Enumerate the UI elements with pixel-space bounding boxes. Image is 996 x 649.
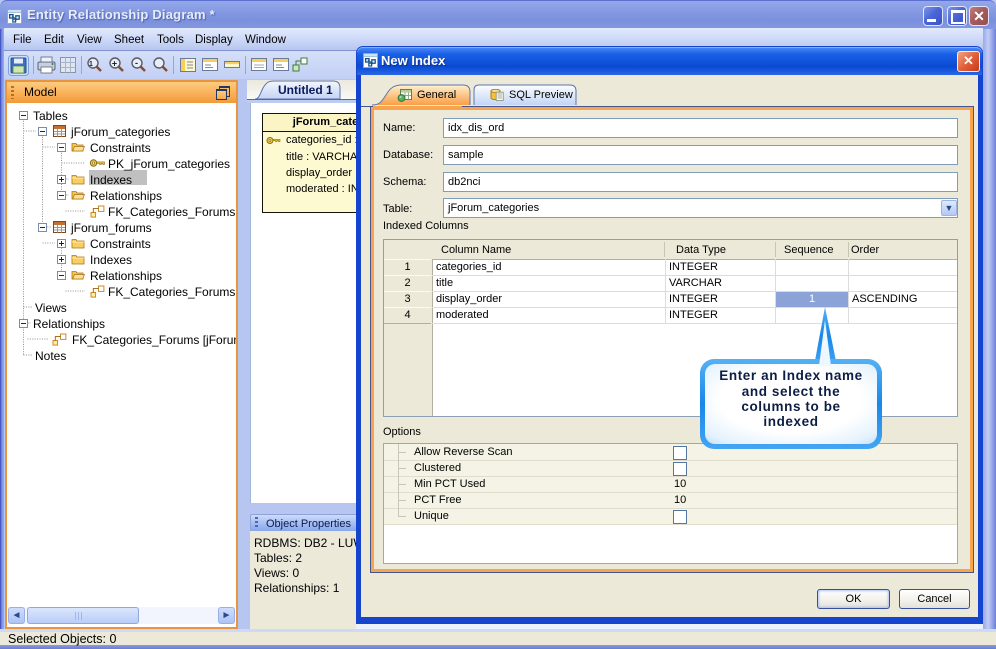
svg-text:+: + <box>112 59 117 69</box>
svg-text:Enter an Index name: Enter an Index name <box>719 368 862 383</box>
svg-text:-: - <box>135 58 138 68</box>
svg-text:indexed: indexed <box>763 414 818 429</box>
svg-text:columns to be: columns to be <box>741 399 840 414</box>
svg-text:1: 1 <box>89 61 93 68</box>
svg-text:and select the: and select the <box>742 384 840 399</box>
